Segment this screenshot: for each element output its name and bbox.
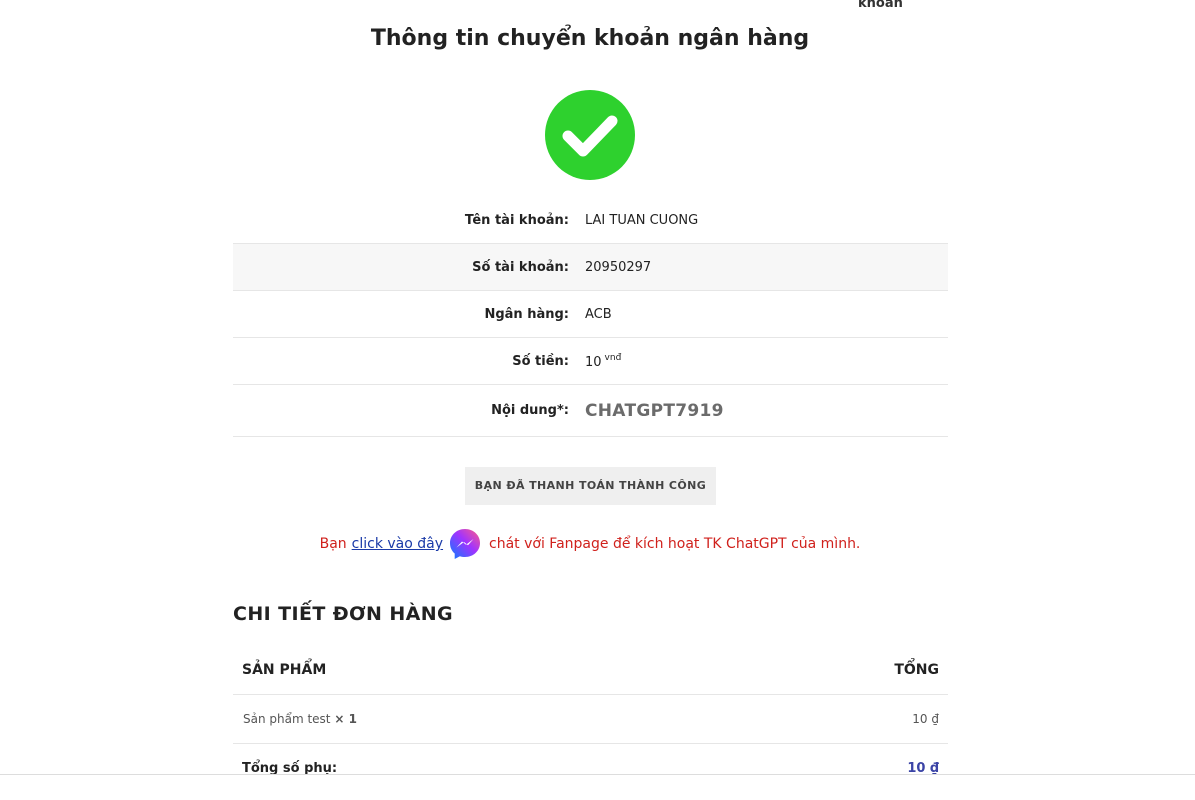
fanpage-link[interactable]: click vào đây [352,536,443,552]
fanpage-note: Bạn click vào đây chát với Fanpage để kí… [0,526,1180,562]
account-number-value: 20950297 [585,259,652,275]
column-product: SẢN PHẨM [242,662,327,678]
amount-value-wrap: 10 vnđ [585,353,621,370]
transfer-content-code: CHATGPT7919 [585,400,724,421]
bank-name-row: Ngân hàng: ACB [233,291,948,338]
truncated-text: khoản [858,0,903,11]
column-total: TỔNG [894,662,939,678]
product-total: 10 ₫ [912,712,939,726]
amount-unit: vnđ [604,352,622,363]
account-name-label: Tên tài khoản: [464,212,569,228]
order-table-header: SẢN PHẨM TỔNG [233,646,948,695]
amount-label: Số tiền: [512,353,569,369]
payment-success-button[interactable]: BẠN ĐÃ THANH TOÁN THÀNH CÔNG [465,467,716,505]
product-name[interactable]: Sản phẩm test [243,712,331,726]
amount-value: 10 [585,354,602,370]
account-name-row: Tên tài khoản: LAI TUAN CUONG [233,197,948,244]
transfer-content-row: Nội dung*: CHATGPT7919 [233,385,948,437]
account-number-row: Số tài khoản: 20950297 [233,244,948,291]
bank-name-label: Ngân hàng: [484,306,569,322]
divider [0,774,1195,775]
bank-info-table: Tên tài khoản: LAI TUAN CUONG Số tài kho… [233,197,948,437]
product-qty: × 1 [334,712,357,726]
account-name-value: LAI TUAN CUONG [585,212,699,228]
fanpage-note-prefix: Bạn [319,536,347,552]
messenger-icon[interactable] [447,526,483,562]
amount-row: Số tiền: 10 vnđ [233,338,948,385]
table-row: Sản phẩm test × 1 10 ₫ [233,695,948,744]
bank-name-value: ACB [585,306,612,322]
account-number-label: Số tài khoản: [472,259,569,275]
page-title: Thông tin chuyển khoản ngân hàng [370,26,810,51]
transfer-content-label: Nội dung*: [491,403,569,418]
success-check-icon [545,90,635,180]
fanpage-note-suffix: chát với Fanpage để kích hoạt TK ChatGPT… [489,536,861,552]
order-table: SẢN PHẨM TỔNG Sản phẩm test × 1 10 ₫ Tổn… [233,646,948,792]
subtotal-row: Tổng số phụ: 10 ₫ [233,744,948,792]
product-cell: Sản phẩm test × 1 [243,712,357,726]
order-details-heading: CHI TIẾT ĐƠN HÀNG [233,603,454,625]
